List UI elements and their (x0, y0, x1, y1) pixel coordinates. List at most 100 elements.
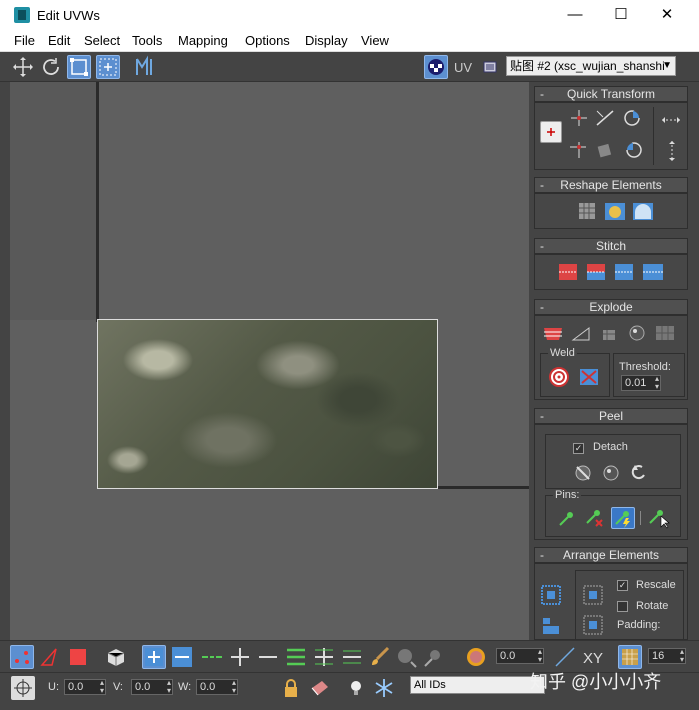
loop-button[interactable] (284, 645, 308, 669)
rollout-header-peel[interactable]: - Peel (534, 408, 688, 424)
vertex-mode-button[interactable] (10, 645, 34, 669)
threshold-spinner[interactable]: 0.01 ▴ ▾ (621, 375, 661, 391)
align-diagonal-button[interactable] (593, 107, 617, 129)
break-button[interactable] (541, 322, 565, 344)
menu-edit[interactable]: Edit (48, 33, 70, 48)
weld-target-button[interactable] (547, 366, 571, 388)
rescale-checkbox[interactable]: ✓ (617, 580, 628, 591)
rollout-header-explode[interactable]: - Explode (534, 299, 688, 315)
straighten-button[interactable] (593, 139, 617, 161)
unpin-button[interactable] (583, 507, 607, 529)
xy-space-label[interactable]: XY (583, 650, 603, 667)
pack-together-button[interactable] (539, 614, 563, 636)
absolute-offset-button[interactable] (11, 676, 35, 700)
close-button[interactable]: ✕ (644, 0, 690, 30)
freeze-button[interactable] (344, 676, 368, 700)
paint-grow-button[interactable] (394, 645, 418, 669)
w-value: 0.0 (200, 681, 216, 693)
move-tool-button[interactable] (11, 55, 35, 79)
space-vertical-button[interactable] (663, 139, 687, 161)
align-vertical-button[interactable] (567, 107, 591, 129)
select-pinned-button[interactable] (647, 507, 671, 529)
lock-selection-button[interactable] (279, 676, 303, 700)
face-mode-button[interactable] (66, 645, 90, 669)
pack-custom-button[interactable] (539, 584, 563, 606)
grow-selection-button[interactable] (142, 645, 166, 669)
weld-selected-icon (580, 369, 598, 385)
space-horizontal-button[interactable] (659, 109, 683, 131)
stitch-red-icon (559, 264, 577, 280)
sphere-break-button[interactable] (625, 322, 649, 344)
rotate-cw-button[interactable] (621, 107, 645, 129)
list-button[interactable] (480, 55, 502, 79)
detach-edge-button[interactable] (569, 322, 593, 344)
rollout-header-arrange[interactable]: - Arrange Elements (534, 547, 688, 563)
stitch-average-button[interactable] (641, 261, 665, 283)
reset-peel-button[interactable] (627, 461, 651, 483)
straighten-selection-button[interactable] (631, 200, 655, 222)
rollout-header-reshape[interactable]: - Reshape Elements (534, 177, 688, 193)
soft-select-button[interactable] (464, 645, 488, 669)
polygon-grid-button[interactable] (653, 322, 677, 344)
stitch-source-button[interactable] (585, 261, 609, 283)
menu-view[interactable]: View (361, 33, 389, 48)
pin-button[interactable] (555, 507, 579, 529)
edge-mode-button[interactable] (38, 645, 62, 669)
align-horizontal-button[interactable] (567, 139, 591, 161)
loop-shrink-button[interactable] (340, 645, 364, 669)
freeform-tool-button[interactable] (96, 55, 120, 79)
paint-select-button[interactable] (368, 645, 392, 669)
stitch-custom-button[interactable] (557, 261, 581, 283)
weld-selected-button[interactable] (577, 366, 601, 388)
paint-shrink-button[interactable] (422, 645, 446, 669)
element-mode-button[interactable] (104, 645, 128, 669)
auto-pin-button[interactable] (611, 507, 635, 529)
detach-checkbox[interactable]: ✓ (573, 443, 584, 454)
maximize-button[interactable]: ☐ (598, 0, 644, 30)
loop-shrink-icon (343, 650, 361, 664)
checker-toggle-button[interactable] (424, 55, 448, 79)
texture-map-dropdown[interactable]: 贴图 #2 (xsc_wujian_shanshi ▼ (506, 56, 676, 76)
freeform-icon (99, 58, 117, 76)
pack-normalize-button[interactable] (581, 584, 605, 606)
w-spinner[interactable]: 0.0 ▴ ▾ (196, 679, 238, 695)
v-spinner[interactable]: 0.0 ▴ ▾ (131, 679, 173, 695)
peel-mode-button[interactable] (599, 461, 623, 483)
mirror-tool-button[interactable] (133, 55, 157, 79)
rollout-header-stitch[interactable]: - Stitch (534, 238, 688, 254)
shrink-selection-button[interactable] (170, 645, 194, 669)
grid-relax-button[interactable] (575, 200, 599, 222)
pack-rescale-button[interactable] (581, 614, 605, 636)
grid-size-spinner[interactable]: 16 ▴ ▾ (648, 648, 686, 664)
ring-shrink-button[interactable] (256, 645, 280, 669)
falloff-type-button[interactable] (553, 645, 577, 669)
material-id-dropdown[interactable]: All IDs (410, 676, 545, 694)
stitch-target-button[interactable] (613, 261, 637, 283)
rollout-header-quick-transform[interactable]: - Quick Transform (534, 86, 688, 102)
rotate-ccw-button[interactable] (621, 139, 645, 161)
menu-file[interactable]: File (14, 33, 35, 48)
rotate-tool-button[interactable] (39, 55, 63, 79)
menu-tools[interactable]: Tools (132, 33, 162, 48)
flatten-button[interactable] (597, 322, 621, 344)
filter-selected-button[interactable] (372, 676, 396, 700)
u-spinner[interactable]: 0.0 ▴ ▾ (64, 679, 106, 695)
texture-preview-image[interactable] (97, 319, 438, 489)
menu-mapping[interactable]: Mapping (178, 33, 228, 48)
quick-peel-button[interactable] (571, 461, 595, 483)
transform-pivot-button[interactable] (540, 121, 562, 143)
falloff-spinner[interactable]: 0.0 ▴ ▾ (496, 648, 544, 664)
menu-select[interactable]: Select (84, 33, 120, 48)
rotate-checkbox[interactable] (617, 601, 628, 612)
relax-button[interactable] (603, 200, 627, 222)
ring-grow-button[interactable] (228, 645, 252, 669)
hide-button[interactable] (308, 676, 332, 700)
grid-snap-button[interactable] (618, 645, 642, 669)
ring-grow-icon (231, 648, 249, 666)
minimize-button[interactable]: — (552, 0, 598, 30)
menu-options[interactable]: Options (245, 33, 290, 48)
loop-grow-button[interactable] (312, 645, 336, 669)
scale-tool-button[interactable] (67, 55, 91, 79)
menu-display[interactable]: Display (305, 33, 348, 48)
ring-button[interactable] (200, 645, 224, 669)
